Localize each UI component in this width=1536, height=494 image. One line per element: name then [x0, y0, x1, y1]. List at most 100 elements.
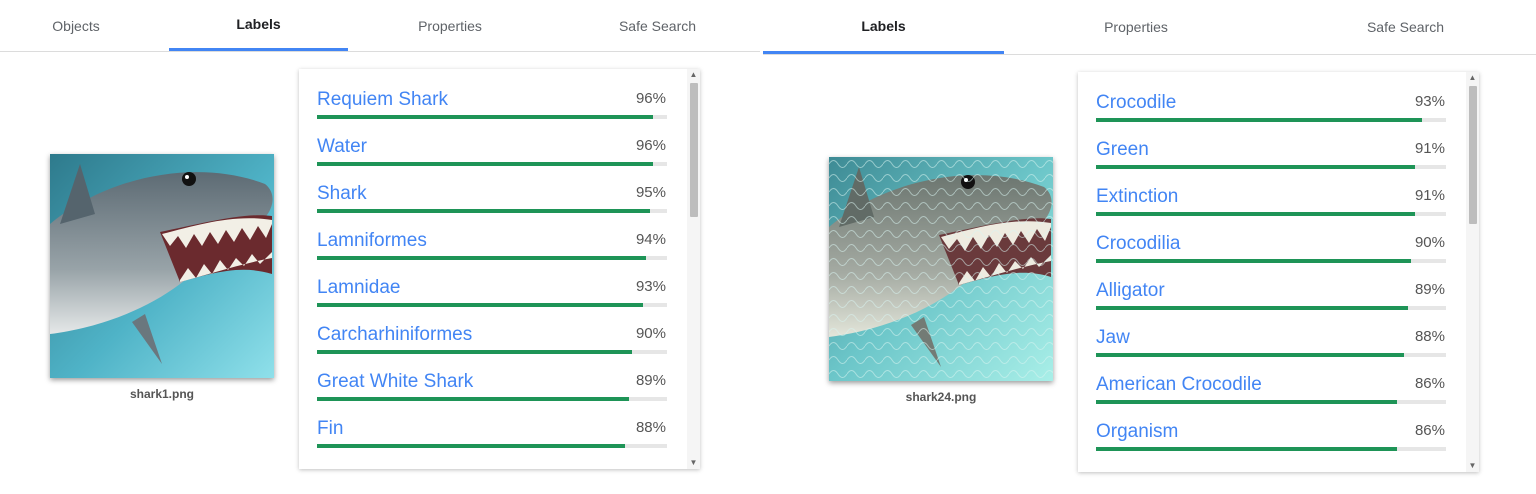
label-name[interactable]: Shark: [317, 183, 367, 205]
label-row[interactable]: Lamniformes 94%: [317, 224, 667, 271]
label-name[interactable]: Fin: [317, 418, 343, 440]
score-bar-fill: [317, 444, 625, 448]
label-row[interactable]: Crocodile 93%: [1096, 86, 1446, 133]
scroll-down-icon[interactable]: ▼: [1466, 460, 1479, 472]
label-name[interactable]: Extinction: [1096, 186, 1178, 208]
label-row[interactable]: Fin 88%: [317, 412, 667, 459]
label-name[interactable]: Organism: [1096, 421, 1178, 443]
label-row[interactable]: Jaw 88%: [1096, 321, 1446, 368]
tab-objects[interactable]: Objects: [0, 0, 152, 51]
score-bar-track: [317, 209, 667, 213]
score-bar-track: [1096, 400, 1446, 404]
score-bar-track: [317, 256, 667, 260]
label-row[interactable]: Shark 95%: [317, 177, 667, 224]
label-name[interactable]: Water: [317, 136, 367, 158]
label-row[interactable]: American Crocodile 86%: [1096, 368, 1446, 415]
score-bar-track: [1096, 447, 1446, 451]
scroll-up-icon[interactable]: ▲: [687, 69, 700, 81]
label-list: Requiem Shark 96% Water 96% Shark 95% Lamnifor…: [317, 83, 667, 459]
tab-safe-search[interactable]: Safe Search: [570, 0, 745, 51]
label-score: 86%: [1414, 422, 1445, 439]
left-tab-bar: Objects Labels Properties Safe Search: [0, 0, 760, 52]
score-bar-fill: [317, 350, 632, 354]
label-name[interactable]: Lamniformes: [317, 230, 427, 252]
score-bar-fill: [317, 162, 653, 166]
label-score: 88%: [1414, 328, 1445, 345]
label-name[interactable]: Lamnidae: [317, 277, 400, 299]
label-name[interactable]: Alligator: [1096, 280, 1165, 302]
labels-card: Crocodile 93% Green 91% Extinction 91% Crocodi…: [1078, 72, 1479, 472]
label-row[interactable]: Lamnidae 93%: [317, 271, 667, 318]
score-bar-track: [317, 444, 667, 448]
score-bar-track: [317, 350, 667, 354]
scroll-thumb[interactable]: [690, 83, 698, 217]
label-row[interactable]: Crocodilia 90%: [1096, 227, 1446, 274]
label-row[interactable]: Carcharhiniformes 90%: [317, 318, 667, 365]
label-name[interactable]: Crocodilia: [1096, 233, 1180, 255]
label-row[interactable]: Green 91%: [1096, 133, 1446, 180]
score-bar-track: [1096, 353, 1446, 357]
label-name[interactable]: Jaw: [1096, 327, 1130, 349]
label-score: 90%: [1414, 234, 1445, 251]
tab-properties[interactable]: Properties: [1050, 0, 1222, 54]
shark-image[interactable]: [50, 154, 274, 378]
label-score: 91%: [1414, 187, 1445, 204]
left-results-panel: Objects Labels Properties Safe Search sh…: [0, 0, 760, 494]
label-score: 96%: [635, 137, 666, 154]
tab-properties[interactable]: Properties: [365, 0, 535, 51]
scroll-up-icon[interactable]: ▲: [1466, 72, 1479, 84]
label-row[interactable]: Water 96%: [317, 130, 667, 177]
score-bar-track: [317, 303, 667, 307]
label-name[interactable]: American Crocodile: [1096, 374, 1262, 396]
label-row[interactable]: Great White Shark 89%: [317, 365, 667, 412]
score-bar-track: [1096, 259, 1446, 263]
image-preview: shark1.png: [50, 154, 274, 401]
labels-card: Requiem Shark 96% Water 96% Shark 95% Lamnifor…: [299, 69, 700, 469]
label-score: 93%: [635, 278, 666, 295]
label-name[interactable]: Great White Shark: [317, 371, 473, 393]
label-row[interactable]: Extinction 91%: [1096, 180, 1446, 227]
label-name[interactable]: Requiem Shark: [317, 89, 448, 111]
scrollbar[interactable]: ▲ ▼: [687, 69, 700, 469]
scrollbar[interactable]: ▲ ▼: [1466, 72, 1479, 472]
shark-image[interactable]: [829, 157, 1053, 381]
label-score: 93%: [1414, 93, 1445, 110]
score-bar-track: [317, 397, 667, 401]
score-bar-track: [1096, 165, 1446, 169]
score-bar-track: [317, 115, 667, 119]
score-bar-fill: [317, 256, 646, 260]
score-bar-track: [317, 162, 667, 166]
tab-labels[interactable]: Labels: [169, 0, 348, 51]
label-list: Crocodile 93% Green 91% Extinction 91% Crocodi…: [1096, 86, 1446, 462]
score-bar-fill: [1096, 165, 1415, 169]
right-tab-bar: Labels Properties Safe Search: [763, 0, 1536, 55]
score-bar-fill: [317, 115, 653, 119]
label-name[interactable]: Crocodile: [1096, 92, 1176, 114]
score-bar-fill: [1096, 212, 1415, 216]
label-row[interactable]: Alligator 89%: [1096, 274, 1446, 321]
label-row[interactable]: Organism 86%: [1096, 415, 1446, 462]
label-row[interactable]: Requiem Shark 96%: [317, 83, 667, 130]
label-score: 94%: [635, 231, 666, 248]
label-score: 90%: [635, 325, 666, 342]
score-bar-fill: [1096, 259, 1411, 263]
right-results-panel: Labels Properties Safe Search shark24.pn…: [763, 0, 1536, 494]
score-bar-fill: [317, 303, 643, 307]
scroll-down-icon[interactable]: ▼: [687, 457, 700, 469]
score-bar-fill: [317, 397, 629, 401]
image-filename: shark24.png: [905, 390, 977, 404]
score-bar-fill: [1096, 306, 1408, 310]
tab-safe-search[interactable]: Safe Search: [1323, 0, 1488, 54]
label-name[interactable]: Green: [1096, 139, 1149, 161]
label-name[interactable]: Carcharhiniformes: [317, 324, 472, 346]
label-score: 86%: [1414, 375, 1445, 392]
tab-labels[interactable]: Labels: [763, 0, 1004, 54]
label-score: 96%: [635, 90, 666, 107]
score-bar-fill: [1096, 353, 1404, 357]
label-score: 89%: [1414, 281, 1445, 298]
label-score: 89%: [635, 372, 666, 389]
score-bar-track: [1096, 306, 1446, 310]
scroll-thumb[interactable]: [1469, 86, 1477, 224]
label-score: 91%: [1414, 140, 1445, 157]
image-filename: shark1.png: [129, 387, 195, 401]
